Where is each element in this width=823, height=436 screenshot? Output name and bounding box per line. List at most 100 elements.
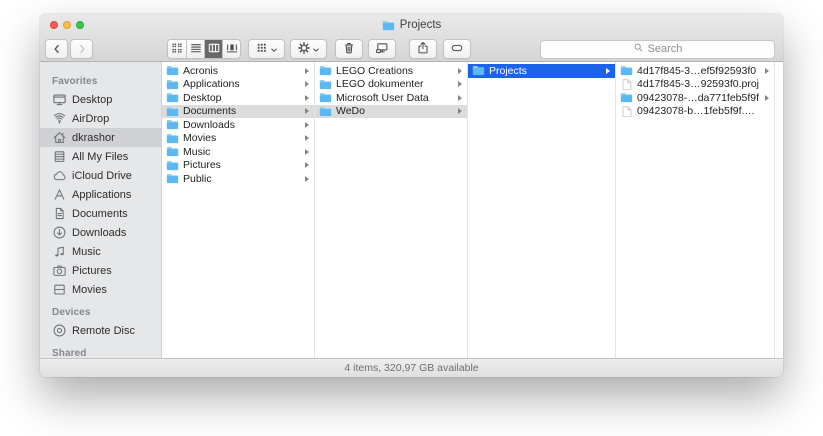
folder-icon xyxy=(620,92,633,103)
disclosure-arrow-icon xyxy=(305,108,309,114)
file-icon xyxy=(620,106,633,117)
file-row[interactable]: 09423078-…da771feb5f9f xyxy=(616,91,774,105)
folder-icon xyxy=(319,65,332,76)
file-row[interactable]: Applications xyxy=(162,78,314,92)
cloud-icon xyxy=(52,168,67,183)
file-name: Movies xyxy=(183,132,216,144)
file-name: LEGO Creations xyxy=(336,65,413,77)
file-row[interactable]: Downloads xyxy=(162,118,314,132)
browser-column: Projects xyxy=(468,62,616,358)
file-row[interactable]: LEGO Creations xyxy=(315,64,467,78)
tags-button[interactable] xyxy=(443,39,471,59)
back-button[interactable] xyxy=(45,39,68,59)
column-browser: Acronis Applications Desktop Documents D… xyxy=(162,62,783,358)
sidebar-item-pictures[interactable]: Pictures xyxy=(40,261,161,280)
sidebar-item-label: Downloads xyxy=(72,227,126,239)
file-row[interactable]: Public xyxy=(162,172,314,186)
folder-icon xyxy=(166,133,179,144)
column-filler xyxy=(775,62,783,358)
list-view-icon xyxy=(189,41,203,58)
sidebar-item-desktop[interactable]: Desktop xyxy=(40,90,161,109)
sidebar-item-documents[interactable]: Documents xyxy=(40,204,161,223)
chevron-down-icon xyxy=(270,42,278,57)
folder-icon xyxy=(319,92,332,103)
file-row[interactable]: Documents xyxy=(162,105,314,119)
file-row[interactable]: 09423078-b…1feb5f9f.proj xyxy=(616,105,774,119)
file-row[interactable]: Projects xyxy=(468,64,615,78)
home-icon xyxy=(52,130,67,145)
sidebar-section: Favorites Desktop AirDrop dkrashor All M… xyxy=(40,76,161,299)
action-button[interactable] xyxy=(290,39,327,59)
file-name: Acronis xyxy=(183,65,218,77)
share-icon xyxy=(416,41,430,58)
file-row[interactable]: Acronis xyxy=(162,64,314,78)
sidebar-item-icloud-drive[interactable]: iCloud Drive xyxy=(40,166,161,185)
file-row[interactable]: Pictures xyxy=(162,159,314,173)
file-row[interactable]: Movies xyxy=(162,132,314,146)
file-icon xyxy=(620,79,633,90)
disclosure-arrow-icon xyxy=(458,108,462,114)
file-row[interactable]: Desktop xyxy=(162,91,314,105)
document-icon xyxy=(52,206,67,221)
forward-button[interactable] xyxy=(70,39,93,59)
disclosure-arrow-icon xyxy=(765,95,769,101)
sidebar-item-movies[interactable]: Movies xyxy=(40,280,161,299)
file-name: Downloads xyxy=(183,119,235,131)
folder-icon xyxy=(166,79,179,90)
file-row[interactable]: Music xyxy=(162,145,314,159)
sidebar-item-applications[interactable]: Applications xyxy=(40,185,161,204)
sidebar-item-all-my-files[interactable]: All My Files xyxy=(40,147,161,166)
arrange-button[interactable] xyxy=(248,39,285,59)
disclosure-arrow-icon xyxy=(458,81,462,87)
share-button[interactable] xyxy=(409,39,437,59)
list-view-button[interactable] xyxy=(186,40,204,58)
search-input[interactable]: Search xyxy=(540,40,775,59)
sidebar-item-airdrop[interactable]: AirDrop xyxy=(40,109,161,128)
column-view-button[interactable] xyxy=(204,40,222,58)
sidebar-item-label: All My Files xyxy=(72,151,128,163)
sidebar-item-downloads[interactable]: Downloads xyxy=(40,223,161,242)
folder-icon xyxy=(319,106,332,117)
gear-icon xyxy=(297,41,311,58)
sidebar-item-dkrashor[interactable]: dkrashor xyxy=(40,128,161,147)
file-row[interactable]: WeDo xyxy=(315,105,467,119)
disc-icon xyxy=(52,323,67,338)
delete-button[interactable] xyxy=(335,39,363,59)
icon-view-button[interactable] xyxy=(168,40,186,58)
file-row[interactable]: Microsoft User Data xyxy=(315,91,467,105)
applications-icon xyxy=(52,187,67,202)
sidebar-item-label: AirDrop xyxy=(72,113,109,125)
file-row[interactable]: 4d17f845-3…ef5f92593f0 xyxy=(616,64,774,78)
sidebar-item-music[interactable]: Music xyxy=(40,242,161,261)
file-row[interactable]: LEGO dokumenter xyxy=(315,78,467,92)
sidebar-item-label: Movies xyxy=(72,284,107,296)
toolbar: Search xyxy=(45,39,775,59)
arrange-grid-icon xyxy=(255,41,269,58)
file-name: Documents xyxy=(183,105,236,117)
file-name: 4d17f845-3…ef5f92593f0 xyxy=(637,65,756,77)
sidebar-item-label: Desktop xyxy=(72,94,112,106)
folder-icon xyxy=(166,106,179,117)
file-name: 4d17f845-3…92593f0.proj xyxy=(637,78,759,90)
search-placeholder: Search xyxy=(648,43,683,55)
disclosure-arrow-icon xyxy=(305,135,309,141)
sidebar-section-header: Shared xyxy=(52,348,161,358)
file-name: 09423078-b…1feb5f9f.proj xyxy=(637,105,760,117)
camera-icon xyxy=(52,263,67,278)
icon-view-icon xyxy=(170,41,184,58)
file-name: 09423078-…da771feb5f9f xyxy=(637,92,759,104)
sidebar-item-label: Documents xyxy=(72,208,128,220)
search-icon xyxy=(633,40,644,58)
file-name: LEGO dokumenter xyxy=(336,78,424,90)
window-header: Projects Search xyxy=(40,14,783,62)
desktop-icon xyxy=(52,92,67,107)
sidebar-item-label: Applications xyxy=(72,189,131,201)
folder-icon xyxy=(472,65,485,76)
sidebar-item-remote-disc[interactable]: Remote Disc xyxy=(40,321,161,340)
window-title: Projects xyxy=(400,19,442,31)
coverflow-view-button[interactable] xyxy=(222,40,240,58)
file-row[interactable]: 4d17f845-3…92593f0.proj xyxy=(616,78,774,92)
sidebar-item-label: dkrashor xyxy=(72,132,115,144)
file-name: WeDo xyxy=(336,105,365,117)
connect-button[interactable] xyxy=(368,39,396,59)
